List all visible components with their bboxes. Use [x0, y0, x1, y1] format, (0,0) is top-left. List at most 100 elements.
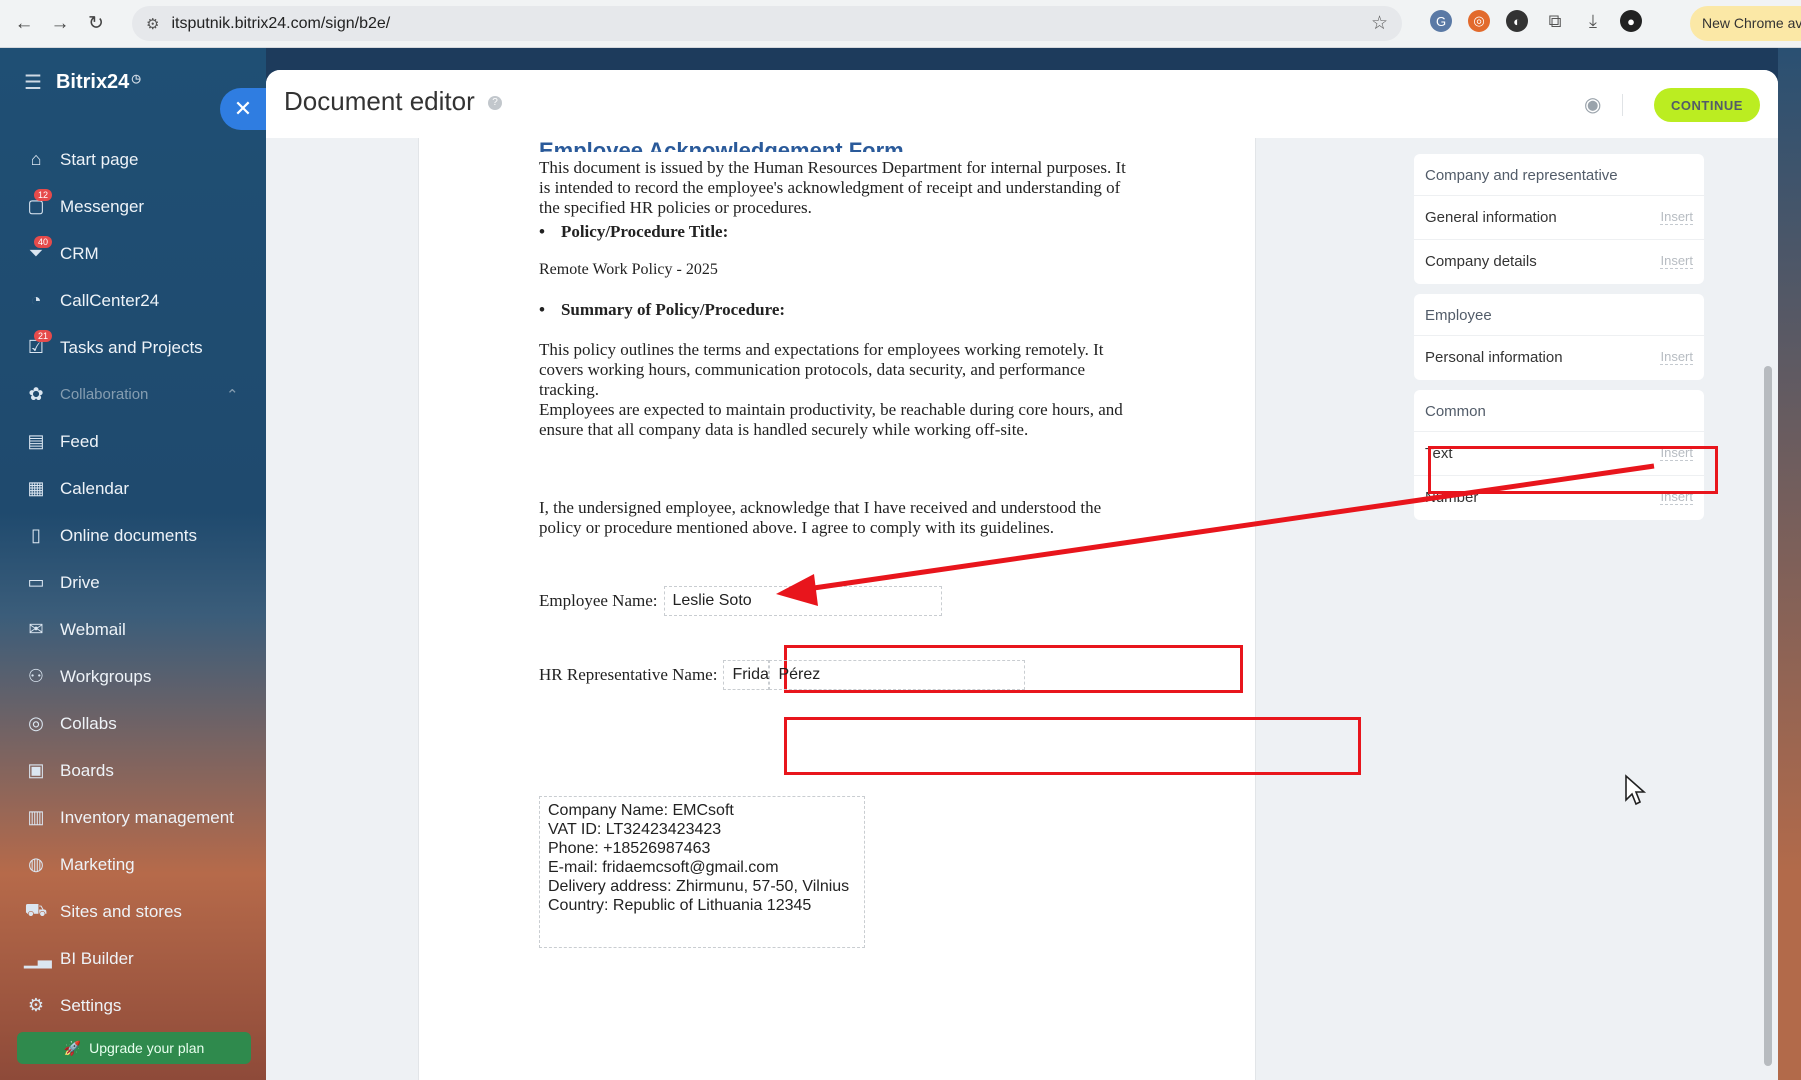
inventory-icon: ▥	[27, 807, 45, 827]
sidebar-item-drive[interactable]: ▭ Drive	[0, 559, 266, 606]
field-label: General information	[1425, 209, 1557, 226]
collabs-icon: ◎	[28, 713, 44, 733]
sidebar-item-feed[interactable]: ▤ Feed	[0, 418, 266, 465]
brand-logo: Bitrix24	[55, 71, 130, 93]
sidebar-item-label: Collabs	[60, 713, 117, 733]
help-icon[interactable]: ?	[488, 96, 502, 110]
insert-link[interactable]: Insert	[1660, 209, 1693, 225]
group-company: Company and representative General infor…	[1414, 154, 1704, 284]
sidebar-item-label: Drive	[60, 572, 100, 592]
url-text: itsputnik.bitrix24.com/sign/b2e/	[171, 14, 391, 32]
policy-title-value: Remote Work Policy - 2025	[539, 261, 718, 278]
sidebar-item-collabs[interactable]: ◎ Collabs	[0, 700, 266, 747]
document-icon: ▯	[31, 525, 41, 545]
company-line: Country: Republic of Lithuania 12345	[548, 897, 812, 914]
sidebar-item-label: BI Builder	[60, 948, 134, 968]
bullet-policy-summary: Summary of Policy/Procedure:	[539, 300, 785, 320]
sidebar-item-webmail[interactable]: ✉ Webmail	[0, 606, 266, 653]
sidebar-item-label: CallCenter24	[60, 290, 160, 310]
download-icon[interactable]: ⤓	[1582, 10, 1604, 32]
sidebar-item-start-page[interactable]: ⌂ Start page	[0, 136, 266, 183]
document-heading: Employee Acknowledgement Form	[539, 138, 904, 152]
sidebar-item-workgroups[interactable]: ⚇ Workgroups	[0, 653, 266, 700]
field-company-details[interactable]: Company details Insert	[1414, 240, 1704, 284]
sidebar-item-label: Online documents	[60, 525, 198, 545]
sidebar-item-calendar[interactable]: ▦ Calendar	[0, 465, 266, 512]
group-title: Common	[1414, 390, 1704, 432]
phone-icon: ◔	[30, 290, 42, 310]
extension-icon[interactable]: G	[1430, 10, 1452, 32]
highlight-hr	[784, 717, 1361, 775]
field-label: Personal information	[1425, 349, 1563, 366]
company-line: Phone: +18526987463	[548, 840, 711, 857]
marketing-icon: ◍	[28, 854, 44, 874]
sidebar-item-label: CRM	[60, 243, 99, 263]
extension-icons: G ◎ ◐ ⧉ ⤓ ●	[1430, 10, 1642, 32]
upgrade-label: Upgrade your plan	[89, 1040, 205, 1056]
scrollbar-thumb[interactable]	[1764, 366, 1772, 1066]
sidebar-item-online-documents[interactable]: ▯ Online documents	[0, 512, 266, 559]
sidebar-item-messenger[interactable]: ▢ 12 Messenger	[0, 183, 266, 230]
extension-icon[interactable]: ◐	[1506, 10, 1528, 32]
sidebar-item-label: Webmail	[60, 619, 126, 639]
brand: ☰ Bitrix24 ◷	[24, 70, 141, 95]
hr-representative-row: HR Representative Name: Frida Pérez	[539, 660, 1026, 690]
hr-last-name-field[interactable]: Pérez	[769, 660, 1026, 690]
gear-icon: ⚙	[27, 995, 45, 1015]
sidebar-item-collaboration[interactable]: ✿ Collaboration ⌃	[0, 371, 266, 418]
sidebar-item-label: Inventory management	[60, 807, 234, 827]
company-line: VAT ID: LT32423423423	[548, 821, 722, 838]
chevron-up-icon[interactable]: ⌃	[226, 386, 239, 404]
sidebar-item-marketing[interactable]: ◍ Marketing	[0, 841, 266, 888]
notification-badge: 12	[34, 189, 53, 201]
drive-icon: ▭	[27, 572, 45, 592]
insert-link[interactable]: Insert	[1660, 349, 1693, 365]
new-chrome-button[interactable]: New Chrome ava	[1690, 6, 1801, 41]
sidebar-item-inventory[interactable]: ▥ Inventory management	[0, 794, 266, 841]
field-general-information[interactable]: General information Insert	[1414, 196, 1704, 240]
notification-badge: 40	[34, 236, 53, 248]
insert-link[interactable]: Insert	[1660, 253, 1693, 269]
preview-eye-icon[interactable]: ◉	[1584, 92, 1601, 117]
address-bar[interactable]: ⚙ itsputnik.bitrix24.com/sign/b2e/ ☆	[132, 6, 1402, 41]
rocket-icon: 🚀	[63, 1039, 82, 1056]
close-panel-button[interactable]: ✕	[220, 88, 266, 130]
sidebar-item-tasks[interactable]: ☑ 21 Tasks and Projects	[0, 324, 266, 371]
sidebar-item-boards[interactable]: ▣ Boards	[0, 747, 266, 794]
group-employee: Employee Personal information Insert	[1414, 294, 1704, 380]
sidebar-item-sites[interactable]: ⛟ Sites and stores	[0, 888, 266, 935]
forward-icon[interactable]: →	[42, 6, 78, 42]
collab-icon: ✿	[28, 384, 44, 404]
continue-button[interactable]: CONTINUE	[1654, 88, 1760, 122]
sidebar-item-crm[interactable]: ⏷ 40 CRM	[0, 230, 266, 277]
sidebar-item-settings[interactable]: ⚙ Settings	[0, 982, 266, 1029]
page-title: Document editor	[284, 86, 475, 116]
sidebar: ☰ Bitrix24 ◷ ⌂ Start page ▢ 12 Messenger ⏷ 4…	[0, 48, 266, 1080]
sidebar-item-label: Collaboration	[60, 386, 149, 403]
sidebar-item-bi-builder[interactable]: ▁▃ BI Builder	[0, 935, 266, 982]
puzzle-icon[interactable]: ⧉	[1544, 10, 1566, 32]
employee-name-field[interactable]: Leslie Soto	[663, 586, 942, 616]
back-icon[interactable]: ←	[6, 6, 42, 42]
divider	[1622, 94, 1623, 116]
browser-toolbar: ← → ↻ ⚙ itsputnik.bitrix24.com/sign/b2e/…	[0, 0, 1801, 48]
sidebar-item-label: Calendar	[60, 478, 129, 498]
upgrade-plan-button[interactable]: 🚀 Upgrade your plan	[17, 1032, 251, 1064]
bookmark-star-icon[interactable]: ☆	[1371, 12, 1388, 35]
sidebar-item-callcenter[interactable]: ◔ CallCenter24	[0, 277, 266, 324]
notification-badge: 21	[34, 330, 53, 342]
scrollbar[interactable]	[1762, 134, 1772, 1066]
avatar[interactable]: ●	[1620, 10, 1642, 32]
company-details-block[interactable]: Company Name: EMCsoft VAT ID: LT32423423…	[539, 796, 865, 948]
hr-first-name-field[interactable]: Frida	[723, 660, 770, 690]
extension-icon[interactable]: ◎	[1468, 10, 1490, 32]
site-settings-icon[interactable]: ⚙	[146, 15, 159, 33]
menu-icon[interactable]: ☰	[24, 70, 42, 95]
company-line: Company Name: EMCsoft	[548, 802, 734, 819]
group-title: Employee	[1414, 294, 1704, 336]
panel-header: Document editor ? ◉ CONTINUE	[266, 70, 1778, 138]
home-icon: ⌂	[30, 149, 42, 169]
reload-icon[interactable]: ↻	[78, 6, 114, 42]
employee-name-label: Employee Name:	[539, 591, 658, 610]
field-personal-information[interactable]: Personal information Insert	[1414, 336, 1704, 380]
